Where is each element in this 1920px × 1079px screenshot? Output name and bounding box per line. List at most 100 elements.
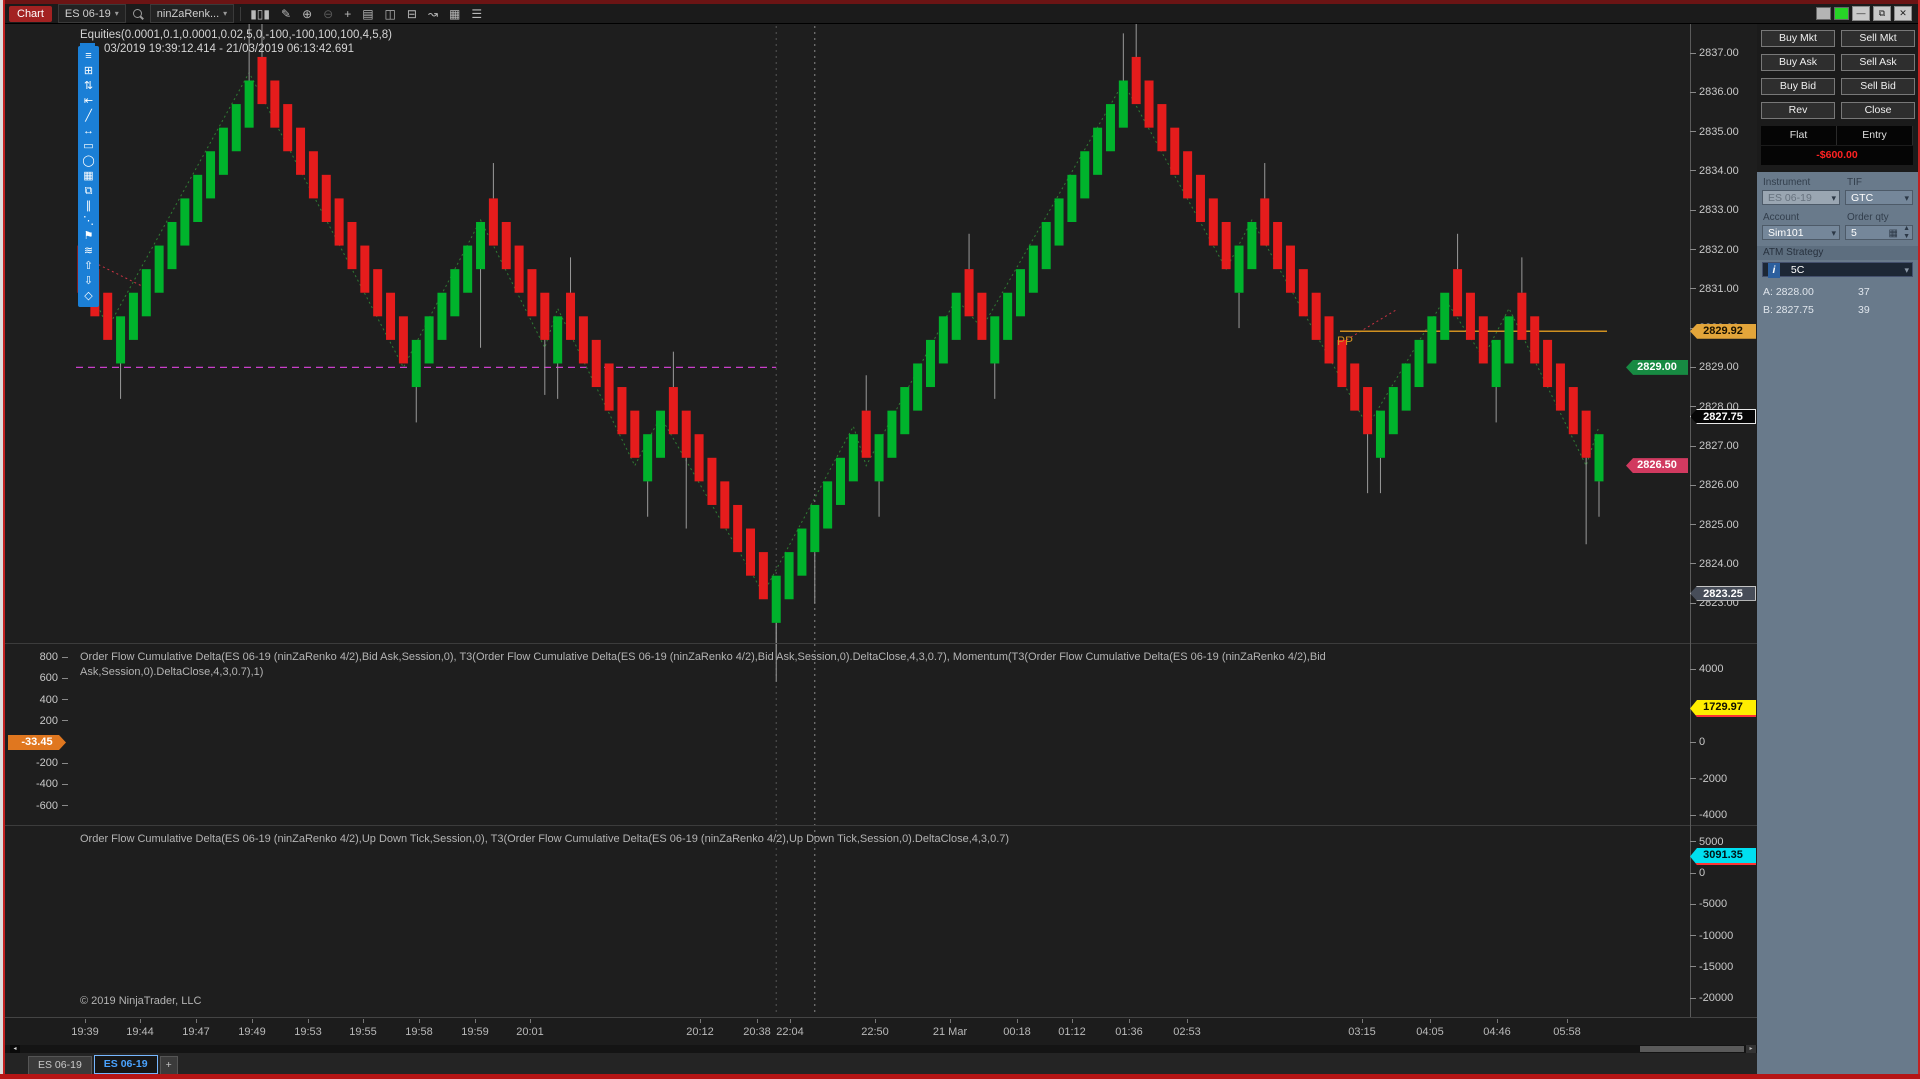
order-qty-label: Order qty <box>1847 212 1889 223</box>
minimize-button[interactable]: — <box>1852 6 1870 21</box>
time-tick-label: 00:18 <box>1003 1026 1031 1038</box>
ellipse-icon[interactable]: ◯ <box>82 154 94 169</box>
time-tick-mark <box>140 1019 141 1023</box>
unrealized-pnl: -$600.00 <box>1761 146 1913 165</box>
tab-es-06-19-2[interactable]: ES 06-19 <box>93 1055 158 1074</box>
copyright-text: © 2019 NinjaTrader, LLC <box>80 995 202 1007</box>
bid-size: 39 <box>1858 304 1870 316</box>
scroll-left-button[interactable]: ◂ <box>10 1045 20 1053</box>
reverse-button[interactable]: Rev <box>1761 102 1835 119</box>
tab-es-06-19-1[interactable]: ES 06-19 <box>28 1056 92 1074</box>
channel-icon[interactable]: ≋ <box>84 244 93 259</box>
account-select[interactable]: Sim101 ▾ <box>1762 225 1840 240</box>
calculator-icon[interactable]: ▦ <box>1889 226 1898 241</box>
polyline-icon[interactable]: ↝ <box>425 6 441 22</box>
time-tick-mark <box>950 1019 951 1023</box>
data-status-icon <box>1834 7 1849 20</box>
properties-icon[interactable]: ☰ <box>468 6 485 22</box>
drawing-toolbar[interactable]: ≡ ⊞ ⇅ ⇤ ╱ ↔ ▭ ◯ ▦ ⧉ ∥ ⋱ ⚑ ≋ ⇧ ⇩ ◇ <box>78 46 99 307</box>
atm-strategy-select[interactable]: i 5C ▾ <box>1762 262 1913 278</box>
tif-select[interactable]: GTC ▾ <box>1845 190 1913 205</box>
sell-bid-button[interactable]: Sell Bid <box>1841 78 1915 95</box>
bid-price: 2827.75 <box>1775 304 1814 316</box>
chart-header-line1: Equities(0.0001,0.1,0.0001,0.02,5,0,-100… <box>80 29 393 41</box>
grid-icon[interactable]: ▦ <box>446 6 463 22</box>
crosshair-icon[interactable]: + <box>341 6 354 22</box>
extend-left-icon[interactable]: ⇤ <box>84 94 93 109</box>
spinner-arrows-icon[interactable]: ▲ ▼ <box>1903 225 1910 241</box>
horizontal-scrollbar-handle[interactable] <box>1640 1046 1744 1052</box>
vertical-range-icon[interactable]: ⇅ <box>84 79 93 94</box>
time-tick-label: 01:36 <box>1115 1026 1143 1038</box>
draw-icon[interactable]: ✎ <box>278 6 294 22</box>
position-state-row: Flat Entry <box>1761 126 1913 145</box>
zoom-out-icon[interactable]: ⊖ <box>320 6 336 22</box>
instrument-select[interactable]: ES 06-19 ▾ <box>1762 190 1840 205</box>
fib-lines-icon[interactable]: ∥ <box>86 199 92 214</box>
region-icon[interactable]: ⊞ <box>84 64 93 79</box>
panel-separator-2[interactable] <box>5 825 1757 826</box>
overlay-icon[interactable]: ⧉ <box>85 184 93 199</box>
trend-line-icon[interactable]: ╱ <box>85 109 92 124</box>
toolbar-divider <box>240 6 242 21</box>
panel2-title-line1: Order Flow Cumulative Delta(ES 06-19 (ni… <box>80 651 1326 663</box>
time-tick-mark <box>1567 1019 1568 1023</box>
time-tick-label: 01:12 <box>1058 1026 1086 1038</box>
arrow-down-icon[interactable]: ⇩ <box>84 274 93 289</box>
arrow-up-icon[interactable]: ⇧ <box>84 259 93 274</box>
time-tick-mark <box>875 1019 876 1023</box>
restore-button[interactable]: ⧉ <box>1873 6 1891 21</box>
report-icon[interactable]: ▤ <box>359 6 376 22</box>
time-tick-mark <box>196 1019 197 1023</box>
instrument-selector-value: ES 06-19 <box>64 7 111 20</box>
time-tick-mark <box>1187 1019 1188 1023</box>
chevron-down-icon: ▾ <box>114 9 119 18</box>
time-tick-mark <box>790 1019 791 1023</box>
scroll-right-button[interactable]: ▸ <box>1746 1045 1756 1053</box>
time-tick-label: 20:38 <box>743 1026 771 1038</box>
indicator-selector[interactable]: ninZaRenk... ▾ <box>149 4 235 23</box>
quantity-stepper[interactable]: 5 ▦ ▲ ▼ <box>1845 225 1913 240</box>
sell-mkt-button[interactable]: Sell Mkt <box>1841 30 1915 47</box>
horizontal-line-icon[interactable]: ↔ <box>83 124 94 139</box>
region-highlight-icon[interactable]: ▦ <box>83 169 93 184</box>
ask-price: 2828.00 <box>1775 286 1814 298</box>
time-tick-mark <box>1129 1019 1130 1023</box>
window-left-border <box>3 0 5 1079</box>
chart-window-tab[interactable]: Chart <box>9 5 52 22</box>
buy-bid-button[interactable]: Buy Bid <box>1761 78 1835 95</box>
panel-separator-1[interactable] <box>5 643 1757 644</box>
price-axis-line <box>1690 24 1691 1017</box>
chevron-down-icon: ▾ <box>223 9 228 18</box>
time-tick-label: 19:49 <box>238 1026 266 1038</box>
sell-ask-button[interactable]: Sell Ask <box>1841 54 1915 71</box>
instrument-label: Instrument <box>1763 177 1811 188</box>
flag-icon[interactable]: ⚑ <box>84 229 94 244</box>
time-axis[interactable]: 19:39 19:44 19:47 19:49 19:53 19:55 19:58 19:59… <box>5 1017 1757 1046</box>
diamond-icon[interactable]: ◇ <box>84 289 92 304</box>
market-analyzer-icon[interactable]: ⊟ <box>404 6 420 22</box>
split-panel-icon[interactable]: ◫ <box>382 6 399 22</box>
add-tab-button[interactable]: + <box>159 1056 178 1074</box>
info-icon[interactable]: i <box>1768 263 1780 278</box>
time-tick-mark <box>1017 1019 1018 1023</box>
rectangle-icon[interactable]: ▭ <box>83 139 93 154</box>
chart-style-icon[interactable]: ▮▯▮ <box>247 6 273 22</box>
pivot-point-label: PP <box>1337 334 1354 348</box>
buy-ask-button[interactable]: Buy Ask <box>1761 54 1835 71</box>
time-tick-label: 04:46 <box>1483 1026 1511 1038</box>
time-tick-mark <box>530 1019 531 1023</box>
time-tick-mark <box>700 1019 701 1023</box>
instrument-selector[interactable]: ES 06-19 ▾ <box>57 4 126 23</box>
close-position-button[interactable]: Close <box>1841 102 1915 119</box>
buy-mkt-button[interactable]: Buy Mkt <box>1761 30 1835 47</box>
time-tick-mark <box>85 1019 86 1023</box>
ask-prefix: A: <box>1763 286 1773 298</box>
horizontal-scrollbar-track[interactable] <box>5 1045 1757 1053</box>
close-button[interactable]: ✕ <box>1894 6 1912 21</box>
draw-menu-icon[interactable]: ≡ <box>85 49 91 64</box>
search-icon[interactable] <box>132 7 144 21</box>
zoom-in-icon[interactable]: ⊕ <box>299 6 315 22</box>
fib-fan-icon[interactable]: ⋱ <box>83 214 94 229</box>
time-tick-mark <box>1362 1019 1363 1023</box>
